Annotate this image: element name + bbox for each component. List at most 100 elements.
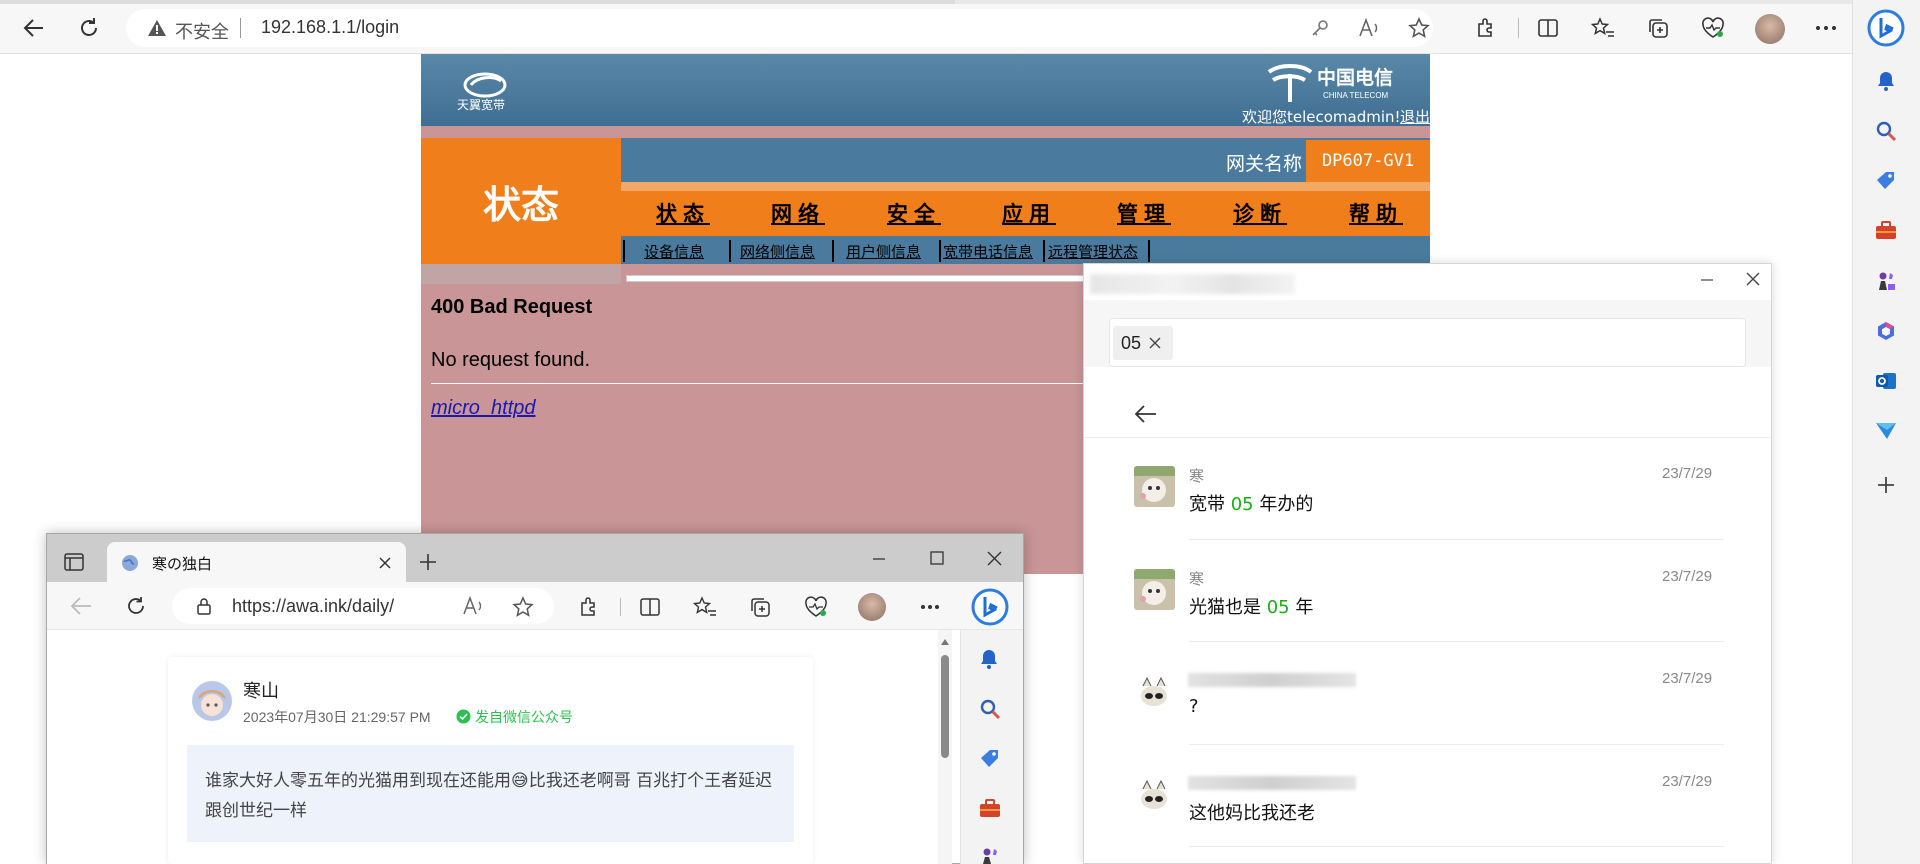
tab-title: 寒の独白 [152,555,213,573]
profile-avatar[interactable] [858,593,886,621]
search-icon[interactable] [1868,113,1904,149]
chat-title-redacted [1090,274,1295,294]
collections-icon[interactable] [749,596,771,618]
notification-bell-icon[interactable] [1868,63,1904,99]
chip-remove-icon[interactable] [1149,337,1161,349]
subnav-separator [729,240,731,262]
subnav-voip-info[interactable]: 宽带电话信息 [943,241,1033,262]
read-aloud-icon[interactable] [462,596,484,616]
url-text[interactable]: https://awa.ink/daily/ [232,596,394,617]
lock-icon[interactable] [196,597,212,615]
message-text[interactable]: 光猫也是 05 年 [1189,593,1313,619]
drop-send-icon[interactable] [1868,413,1904,449]
subnav-remote-status[interactable]: 远程管理状态 [1048,241,1138,262]
router-sidebar-strip [421,264,621,284]
back-arrow-icon[interactable] [70,596,92,616]
tab-strip-edge-right [955,0,1920,4]
shopping-tag-icon[interactable] [1868,163,1904,199]
nav-network[interactable]: 网络 [771,198,825,228]
nav-security[interactable]: 安全 [887,198,941,228]
message-text[interactable]: 宽带 05 年办的 [1189,490,1313,516]
message-date: 23/7/29 [1662,773,1713,790]
tools-briefcase-icon[interactable] [1868,213,1904,249]
toolbar-divider [1518,18,1519,38]
games-chess-icon[interactable] [979,846,1001,864]
nav-management[interactable]: 管理 [1117,198,1171,228]
outlook-icon[interactable] [1868,363,1904,399]
avatar[interactable] [192,681,232,721]
favorite-star-icon[interactable] [1401,10,1437,46]
server-link[interactable]: micro_httpd [431,397,536,420]
nav-diagnostics[interactable]: 诊断 [1233,198,1287,228]
message-text[interactable]: ? [1189,696,1199,717]
message-highlight: 05 [1266,597,1290,618]
avatar[interactable] [1134,775,1175,816]
key-icon[interactable] [1302,10,1338,46]
maximize-icon[interactable] [930,551,944,565]
bing-copilot-icon[interactable] [1866,8,1906,48]
close-icon[interactable] [1746,272,1760,286]
close-icon[interactable] [987,551,1002,566]
favorite-star-icon[interactable] [512,596,534,618]
search-chip[interactable]: 05 [1113,326,1173,360]
nav-application[interactable]: 应用 [1002,198,1056,228]
message-separator [1189,539,1724,540]
post-author[interactable]: 寒山 [243,677,279,703]
tab-actions-icon[interactable] [64,553,84,571]
split-screen-icon[interactable] [1530,10,1566,46]
subnav-separator [832,240,834,262]
microsoft-365-icon[interactable] [1868,313,1904,349]
profile-avatar[interactable] [1755,14,1785,44]
chat-search-input[interactable] [1109,318,1746,367]
new-tab-icon[interactable] [419,553,437,571]
url-text[interactable]: 192.168.1.1/login [261,17,399,38]
post-datetime: 2023年07月30日 21:29:57 PM [243,709,431,725]
avatar[interactable] [1134,466,1175,507]
favorites-list-icon[interactable] [1585,10,1621,46]
avatar[interactable] [1134,569,1175,610]
refresh-icon[interactable] [126,596,146,616]
read-aloud-icon[interactable] [1351,10,1387,46]
message-text[interactable]: 这他妈比我还老 [1189,799,1315,825]
back-arrow-icon[interactable] [1135,405,1157,423]
split-screen-icon[interactable] [639,596,661,618]
nav-help[interactable]: 帮助 [1349,198,1403,228]
more-options-icon[interactable] [1808,10,1844,46]
more-options-icon[interactable] [920,604,940,610]
search-icon[interactable] [979,698,1001,720]
subnav-device-info[interactable]: 设备信息 [644,241,704,262]
notification-bell-icon[interactable] [979,648,999,670]
ct-logo-text: 中国电信 [1317,66,1393,89]
toolbar-divider [620,598,621,616]
nav-status[interactable]: 状态 [656,198,710,228]
subnav-network-info[interactable]: 网络侧信息 [740,241,815,262]
refresh-icon[interactable] [71,10,107,46]
scroll-up-arrow-icon[interactable] [940,638,950,646]
extensions-icon[interactable] [1468,10,1504,46]
minimize-icon[interactable] [1700,278,1714,282]
tab-close-icon[interactable] [379,557,391,569]
extensions-icon[interactable] [578,596,600,618]
add-sidebar-icon[interactable] [1868,467,1904,503]
collections-icon[interactable] [1640,10,1676,46]
post-source[interactable]: 发自微信公众号 [475,707,573,727]
subnav-separator [1148,240,1150,262]
warning-icon[interactable] [147,19,167,37]
scrollbar-thumb[interactable] [941,655,949,758]
bing-copilot-icon[interactable] [970,587,1010,627]
router-content-frame [626,275,1086,282]
logout-link[interactable]: 退出 [1400,106,1430,127]
message-separator [1189,744,1724,745]
favorites-list-icon[interactable] [693,596,717,618]
avatar[interactable] [1134,672,1175,713]
subnav-user-info[interactable]: 用户侧信息 [846,241,921,262]
browser-essentials-icon[interactable] [804,596,828,618]
wechat-icon [456,709,471,724]
games-chess-icon[interactable] [1868,263,1904,299]
back-arrow-icon[interactable] [16,10,52,46]
shopping-tag-icon[interactable] [979,748,1001,770]
message-highlight: 05 [1230,494,1254,515]
minimize-icon[interactable] [872,557,886,561]
browser-essentials-icon[interactable] [1695,10,1731,46]
tools-briefcase-icon[interactable] [979,799,1001,819]
